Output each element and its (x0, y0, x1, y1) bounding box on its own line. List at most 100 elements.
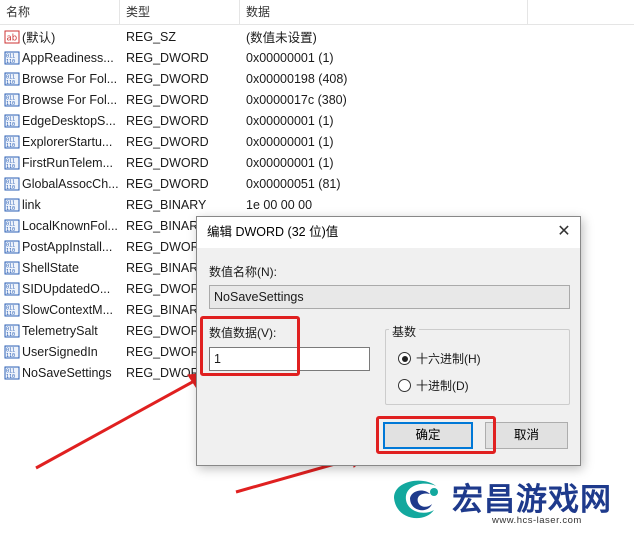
highlight-data-field (200, 316, 300, 376)
value-name: PostAppInstall... (22, 239, 113, 254)
value-name: Browse For Fol... (22, 71, 118, 86)
value-data-cell: 0x00000001 (1) (246, 113, 334, 128)
value-name-cell: 011 110 LocalKnownFol... (0, 219, 120, 233)
value-name-cell: 011 110 SIDUpdatedO... (0, 282, 120, 296)
binary-value-icon: 011 110 (4, 135, 20, 149)
value-data-cell: 0x00000051 (81) (246, 176, 341, 191)
table-row[interactable]: 011 110 Browse For Fol... REG_DWORD 0x000001… (0, 89, 634, 110)
binary-value-icon: 011 110 (4, 114, 20, 128)
value-name-cell: 011 110 Browse For Fol... (0, 72, 120, 86)
value-name-cell: 011 110 PostAppInstall... (0, 240, 120, 254)
radio-decimal-label: 十进制(D) (416, 379, 469, 393)
value-name: ShellState (22, 260, 79, 275)
binary-value-icon: 011 110 (4, 345, 20, 359)
dialog-title: 编辑 DWORD (32 位)值 (197, 217, 580, 248)
svg-text:110: 110 (6, 143, 15, 149)
radio-hex[interactable]: 十六进制(H) (398, 350, 481, 367)
binary-value-icon: 011 110 (4, 366, 20, 380)
value-data-cell: 1e 00 00 00 (246, 197, 313, 212)
svg-text:110: 110 (6, 206, 15, 212)
table-row[interactable]: 011 110 FirstRunTelem... REG_DWORD 0x0000000… (0, 152, 634, 173)
value-name: GlobalAssocCh... (22, 176, 119, 191)
value-name: UserSignedIn (22, 344, 98, 359)
brand-logo-icon (394, 480, 438, 519)
table-row[interactable]: 011 110 GlobalAssocCh... REG_DWORD 0x0000005… (0, 173, 634, 194)
binary-value-icon: 011 110 (4, 240, 20, 254)
table-row[interactable]: ab (默认) REG_SZ (数值未设置) (0, 26, 634, 47)
value-name-cell: 011 110 UserSignedIn (0, 345, 120, 359)
binary-value-icon: 011 110 (4, 261, 20, 275)
radio-hex-indicator[interactable] (398, 352, 411, 365)
value-type-cell: REG_DWORD (126, 113, 209, 128)
table-row[interactable]: 011 110 ExplorerStartu... REG_DWORD 0x000000… (0, 131, 634, 152)
value-name-cell: 011 110 NoSaveSettings (0, 366, 120, 380)
binary-value-icon: 011 110 (4, 282, 20, 296)
highlight-ok-button (376, 416, 496, 454)
svg-text:110: 110 (6, 248, 15, 254)
value-name-cell: 011 110 SlowContextM... (0, 303, 120, 317)
value-name-cell: 011 110 TelemetrySalt (0, 324, 120, 338)
binary-value-icon: 011 110 (4, 219, 20, 233)
svg-text:110: 110 (6, 164, 15, 170)
binary-value-icon: 011 110 (4, 93, 20, 107)
table-row[interactable]: 011 110 link REG_BINARY 1e 00 00 00 (0, 194, 634, 215)
string-value-icon: ab (4, 30, 20, 44)
radio-decimal-indicator[interactable] (398, 379, 411, 392)
svg-text:110: 110 (6, 185, 15, 191)
svg-text:110: 110 (6, 311, 15, 317)
value-name: SIDUpdatedO... (22, 281, 111, 296)
value-type-cell: REG_DWORD (126, 176, 209, 191)
svg-text:110: 110 (6, 374, 15, 380)
value-data-cell: (数值未设置) (246, 31, 317, 45)
value-type-cell: REG_DWORD (126, 92, 209, 107)
watermark-brand: 宏昌游戏网 (452, 482, 612, 518)
value-name-label: 数值名称(N): (209, 265, 277, 279)
svg-text:110: 110 (6, 290, 15, 296)
value-data-cell: 0x00000001 (1) (246, 155, 334, 170)
value-name-cell: 011 110 Browse For Fol... (0, 93, 120, 107)
column-header-data[interactable]: 数据 (240, 0, 528, 25)
watermark: 宏昌游戏网 www.hcs-laser.com (384, 468, 634, 533)
value-data-cell: 0x0000017c (380) (246, 92, 347, 107)
table-row[interactable]: 011 110 EdgeDesktopS... REG_DWORD 0x00000001… (0, 110, 634, 131)
svg-text:110: 110 (6, 353, 15, 359)
list-header: 名称 类型 数据 (0, 0, 634, 25)
binary-value-icon: 011 110 (4, 303, 20, 317)
radio-decimal[interactable]: 十进制(D) (398, 377, 469, 394)
binary-value-icon: 011 110 (4, 198, 20, 212)
value-data-cell: 0x00000001 (1) (246, 134, 334, 149)
table-row[interactable]: 011 110 AppReadiness... REG_DWORD 0x00000001… (0, 47, 634, 68)
value-type-cell: REG_SZ (126, 29, 177, 44)
watermark-url: www.hcs-laser.com (492, 515, 582, 526)
svg-text:110: 110 (6, 101, 15, 107)
svg-text:110: 110 (6, 227, 15, 233)
svg-text:ab: ab (7, 33, 18, 43)
column-header-type[interactable]: 类型 (120, 0, 240, 25)
value-name-cell: 011 110 link (0, 198, 120, 212)
value-name: Browse For Fol... (22, 92, 118, 107)
value-name: FirstRunTelem... (22, 155, 113, 170)
svg-text:110: 110 (6, 59, 15, 65)
value-name: TelemetrySalt (22, 323, 98, 338)
svg-text:110: 110 (6, 269, 15, 275)
binary-value-icon: 011 110 (4, 51, 20, 65)
table-row[interactable]: 011 110 Browse For Fol... REG_DWORD 0x000001… (0, 68, 634, 89)
binary-value-icon: 011 110 (4, 72, 20, 86)
base-label: 基数 (389, 323, 420, 340)
svg-text:110: 110 (6, 80, 15, 86)
value-name: LocalKnownFol... (22, 218, 118, 233)
value-type-cell: REG_DWORD (126, 50, 209, 65)
column-header-name[interactable]: 名称 (0, 0, 120, 25)
value-name-cell: 011 110 ExplorerStartu... (0, 135, 120, 149)
close-icon[interactable]: ✕ (552, 221, 576, 243)
value-name-cell: 011 110 EdgeDesktopS... (0, 114, 120, 128)
value-name: EdgeDesktopS... (22, 113, 116, 128)
value-name-field: NoSaveSettings (209, 285, 570, 309)
radio-hex-label: 十六进制(H) (416, 352, 481, 366)
value-data-cell: 0x00000001 (1) (246, 50, 334, 65)
value-type-cell: REG_BINARY (126, 197, 207, 212)
value-name-cell: 011 110 FirstRunTelem... (0, 156, 120, 170)
value-name: AppReadiness... (22, 50, 114, 65)
value-name-cell: 011 110 GlobalAssocCh... (0, 177, 120, 191)
cancel-button[interactable]: 取消 (485, 422, 568, 449)
